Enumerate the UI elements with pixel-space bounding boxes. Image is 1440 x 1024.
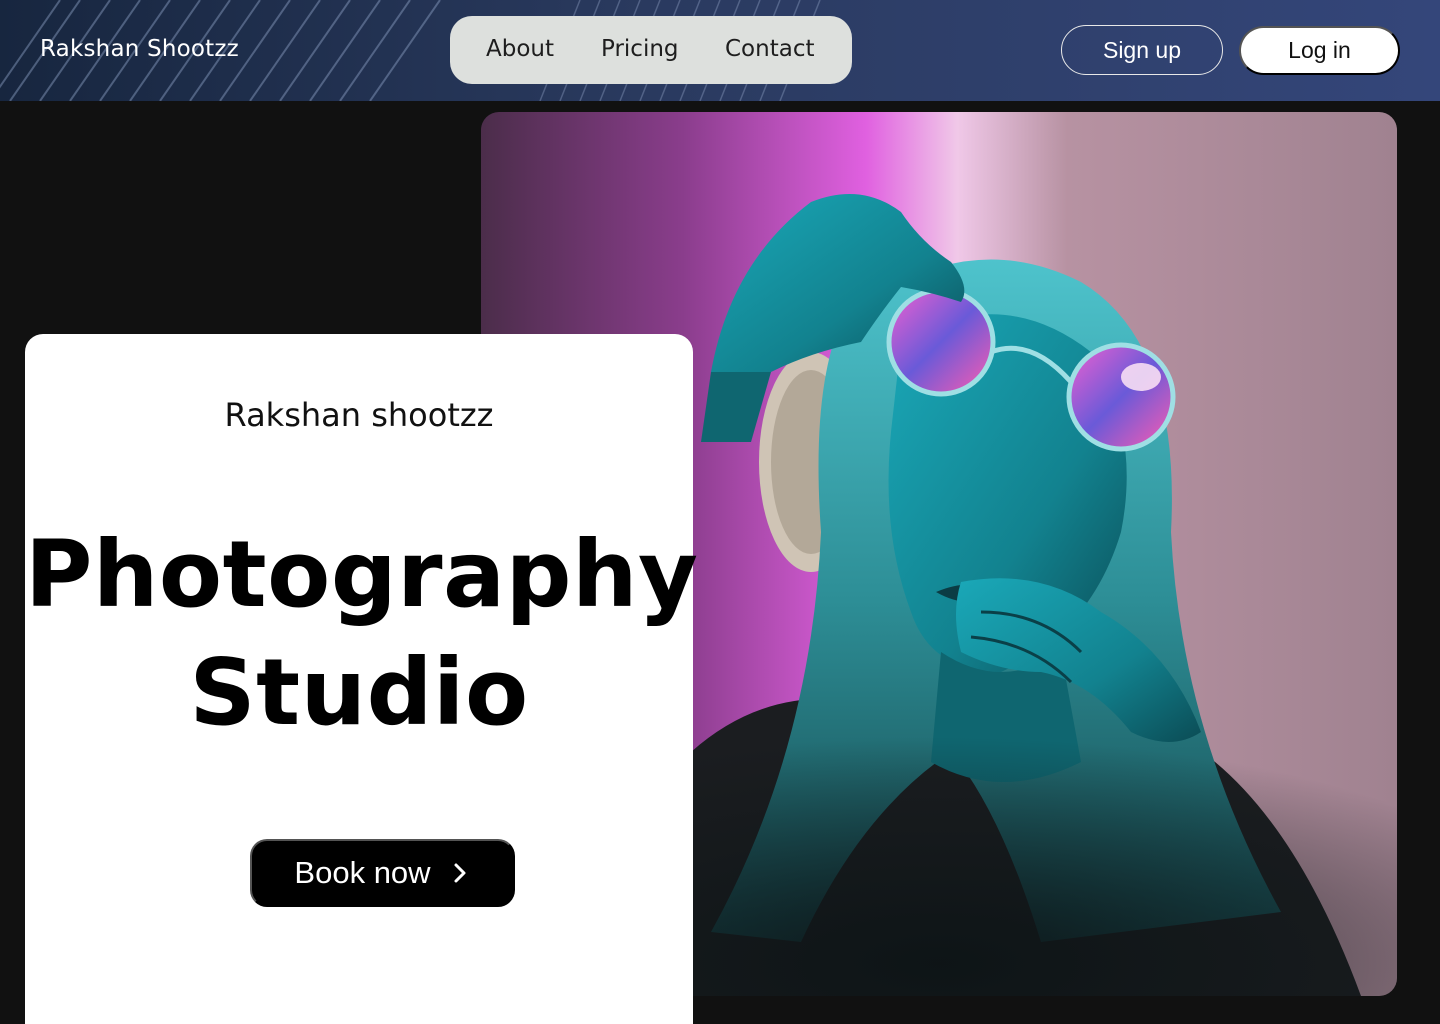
- hero-title-line-2: Studio: [189, 639, 529, 746]
- sign-up-button[interactable]: Sign up: [1061, 25, 1223, 75]
- book-now-label: Book now: [294, 855, 431, 890]
- hero-subtitle: Rakshan shootzz: [224, 396, 494, 434]
- nav-link-pricing[interactable]: Pricing: [601, 36, 679, 62]
- chevron-right-icon: [449, 862, 471, 884]
- main-nav: About Pricing Contact: [450, 16, 852, 84]
- site-header: Rakshan Shootzz About Pricing Contact Si…: [0, 0, 1440, 101]
- landing-page: Rakshan Shootzz About Pricing Contact Si…: [0, 0, 1440, 1024]
- brand-logo-text[interactable]: Rakshan Shootzz: [40, 36, 239, 62]
- book-now-button[interactable]: Book now: [250, 839, 515, 907]
- hero-title-line-1: Photography: [25, 521, 699, 628]
- nav-link-about[interactable]: About: [486, 36, 554, 62]
- nav-link-contact[interactable]: Contact: [725, 36, 814, 62]
- hero-title: Photography Studio: [25, 516, 699, 752]
- hero-card: Rakshan shootzz Photography Studio Book …: [25, 334, 699, 1024]
- log-in-button[interactable]: Log in: [1239, 26, 1400, 75]
